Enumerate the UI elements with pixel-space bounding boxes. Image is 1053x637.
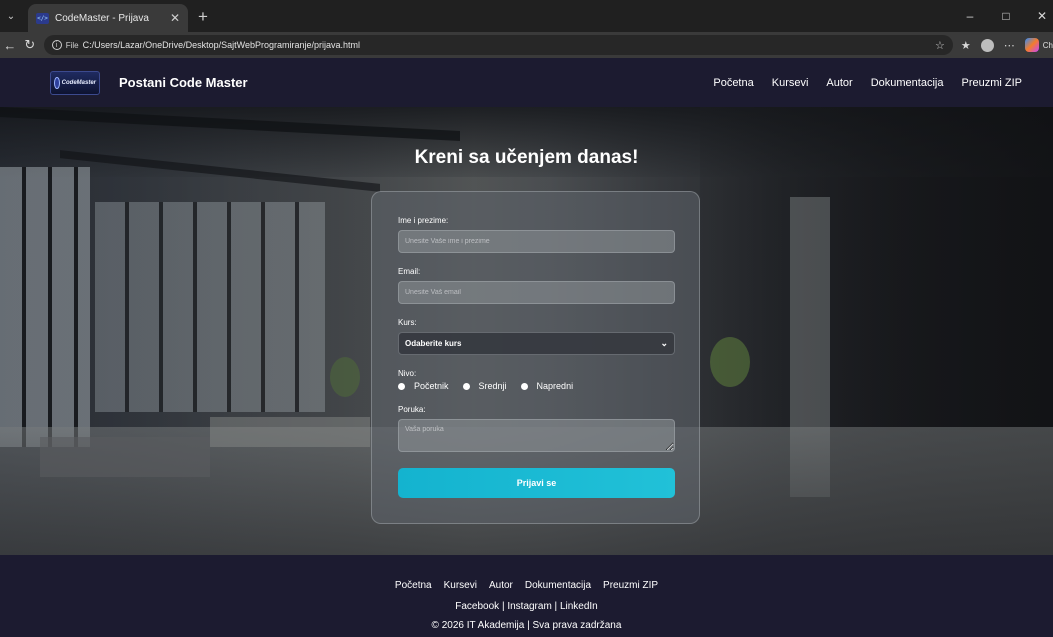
page-title: Kreni sa učenjem danas! bbox=[414, 147, 639, 168]
name-label: Ime i prezime: bbox=[398, 216, 449, 225]
reload-icon[interactable]: ↻ bbox=[20, 37, 40, 53]
site-header: CodeMaster Postani Code Master Početna K… bbox=[0, 58, 1053, 107]
copilot-label: Ch bbox=[1042, 40, 1053, 50]
brand-title: Postani Code Master bbox=[119, 75, 248, 90]
favicon-icon: </> bbox=[36, 12, 49, 24]
toolbar-right: ★ ⋯ Ch bbox=[961, 38, 1053, 52]
footer-link-dokumentacija[interactable]: Dokumentacija bbox=[525, 580, 591, 591]
nav-dokumentacija[interactable]: Dokumentacija bbox=[871, 77, 944, 89]
site-footer: Početna Kursevi Autor Dokumentacija Preu… bbox=[0, 555, 1053, 637]
footer-nav: Početna Kursevi Autor Dokumentacija Preu… bbox=[0, 580, 1053, 591]
footer-link-autor[interactable]: Autor bbox=[489, 580, 513, 591]
radio-button[interactable] bbox=[462, 382, 470, 390]
restore-icon[interactable]: □ bbox=[999, 9, 1013, 23]
footer-link-kursevi[interactable]: Kursevi bbox=[444, 580, 477, 591]
nav-pocetna[interactable]: Početna bbox=[713, 77, 753, 89]
level-label: Nivo: bbox=[398, 369, 417, 378]
window-controls: – □ ✕ bbox=[963, 0, 1053, 32]
close-tab-icon[interactable]: ✕ bbox=[170, 11, 180, 25]
email-input[interactable] bbox=[398, 281, 675, 304]
browser-tab[interactable]: </> CodeMaster - Prijava ✕ bbox=[28, 4, 188, 32]
tab-title: CodeMaster - Prijava bbox=[55, 12, 149, 24]
nav-preuzmi-zip[interactable]: Preuzmi ZIP bbox=[961, 77, 1022, 89]
back-icon[interactable]: ← bbox=[0, 38, 20, 53]
browser-address-bar: ← ↻ i File C:/Users/Lazar/OneDrive/Deskt… bbox=[0, 32, 1053, 58]
course-label: Kurs: bbox=[398, 318, 417, 327]
background-window bbox=[0, 167, 90, 447]
radio-label: Srednji bbox=[478, 381, 507, 391]
nav-kursevi[interactable]: Kursevi bbox=[772, 77, 809, 89]
browser-tab-bar: ⌄ </> CodeMaster - Prijava ✕ + – □ ✕ bbox=[0, 0, 1053, 32]
background-desk bbox=[210, 417, 370, 447]
logo-mark-icon bbox=[54, 76, 60, 89]
name-input[interactable] bbox=[398, 230, 675, 253]
background-plant bbox=[330, 357, 360, 397]
minimize-icon[interactable]: – bbox=[963, 9, 977, 23]
copilot-icon[interactable] bbox=[1024, 38, 1039, 52]
level-option-napredni[interactable]: Napredni bbox=[520, 381, 574, 391]
footer-link-pocetna[interactable]: Početna bbox=[395, 580, 432, 591]
background-plant bbox=[710, 337, 750, 387]
nav-autor[interactable]: Autor bbox=[826, 77, 852, 89]
bookmark-star-icon[interactable]: ☆ bbox=[935, 39, 945, 52]
new-tab-icon[interactable]: + bbox=[198, 7, 208, 27]
social-links[interactable]: Facebook | Instagram | LinkedIn bbox=[0, 601, 1053, 612]
message-label: Poruka: bbox=[398, 405, 426, 414]
radio-label: Napredni bbox=[536, 381, 574, 391]
close-window-icon[interactable]: ✕ bbox=[1035, 9, 1049, 23]
signup-form: Ime i prezime: Email: Kurs: Odaberite ku… bbox=[371, 191, 700, 524]
hero-section: Kreni sa učenjem danas! Ime i prezime: E… bbox=[0, 107, 1053, 555]
tab-list-chevron-icon[interactable]: ⌄ bbox=[0, 0, 22, 32]
message-textarea[interactable] bbox=[398, 419, 675, 452]
level-radio-group: Početnik Srednji Napredni bbox=[398, 381, 673, 391]
footer-link-preuzmi-zip[interactable]: Preuzmi ZIP bbox=[603, 580, 658, 591]
url-text: C:/Users/Lazar/OneDrive/Desktop/SajtWebP… bbox=[82, 40, 361, 50]
more-menu-icon[interactable]: ⋯ bbox=[1004, 39, 1015, 52]
url-scheme: File bbox=[65, 40, 79, 50]
radio-label: Početnik bbox=[414, 381, 449, 391]
chevron-down-icon: ⌄ bbox=[660, 338, 668, 348]
copyright-text: © 2026 IT Akademija | Sva prava zadržana bbox=[431, 620, 622, 631]
course-selected-value: Odaberite kurs bbox=[405, 339, 462, 348]
level-option-pocetnik[interactable]: Početnik bbox=[398, 381, 449, 391]
level-option-srednji[interactable]: Srednji bbox=[462, 381, 507, 391]
email-label: Email: bbox=[398, 267, 421, 276]
logo-text: CodeMaster bbox=[61, 79, 96, 86]
profile-icon[interactable] bbox=[980, 38, 994, 52]
favorites-icon[interactable]: ★ bbox=[961, 39, 971, 52]
radio-button[interactable] bbox=[520, 382, 528, 390]
site-logo[interactable]: CodeMaster bbox=[50, 70, 100, 95]
url-input[interactable]: i File C:/Users/Lazar/OneDrive/Desktop/S… bbox=[43, 35, 953, 55]
site-info-icon[interactable]: i bbox=[51, 40, 62, 50]
radio-button[interactable] bbox=[398, 382, 405, 390]
background-window bbox=[95, 202, 325, 412]
main-nav: Početna Kursevi Autor Dokumentacija Preu… bbox=[713, 58, 1022, 107]
background-desk bbox=[40, 437, 210, 477]
course-select[interactable]: Odaberite kurs ⌄ bbox=[398, 332, 675, 355]
submit-button[interactable]: Prijavi se bbox=[398, 468, 675, 498]
